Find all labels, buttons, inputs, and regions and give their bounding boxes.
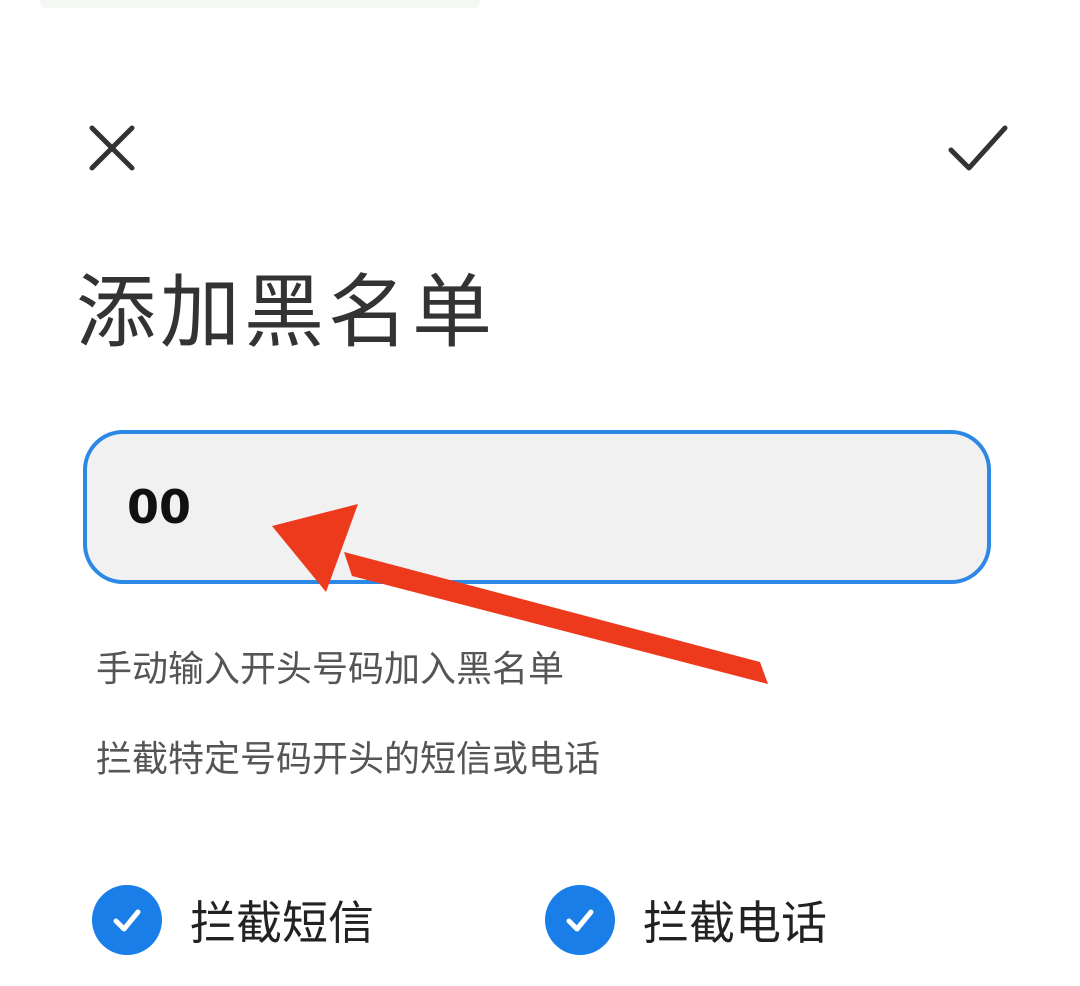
status-bar-remnant — [40, 0, 480, 8]
checked-circle-icon — [545, 885, 615, 955]
hint-text-block-description: 拦截特定号码开头的短信或电话 — [96, 739, 601, 780]
number-prefix-field[interactable] — [83, 430, 991, 584]
page-title: 添加黑名单 — [76, 266, 496, 359]
hint-text-manual-input: 手动输入开头号码加入黑名单 — [96, 649, 565, 690]
confirm-button[interactable] — [938, 108, 1018, 188]
check-icon — [948, 125, 1008, 171]
close-button[interactable] — [72, 108, 152, 188]
block-call-label: 拦截电话 — [643, 896, 827, 950]
block-sms-label: 拦截短信 — [190, 896, 374, 950]
block-sms-checkbox[interactable]: 拦截短信 — [92, 882, 374, 958]
close-icon — [89, 125, 135, 171]
checkmark-icon — [113, 909, 141, 932]
checkmark-icon — [566, 909, 594, 932]
number-prefix-input[interactable] — [127, 434, 947, 580]
block-call-checkbox[interactable]: 拦截电话 — [545, 882, 827, 958]
checked-circle-icon — [92, 885, 162, 955]
